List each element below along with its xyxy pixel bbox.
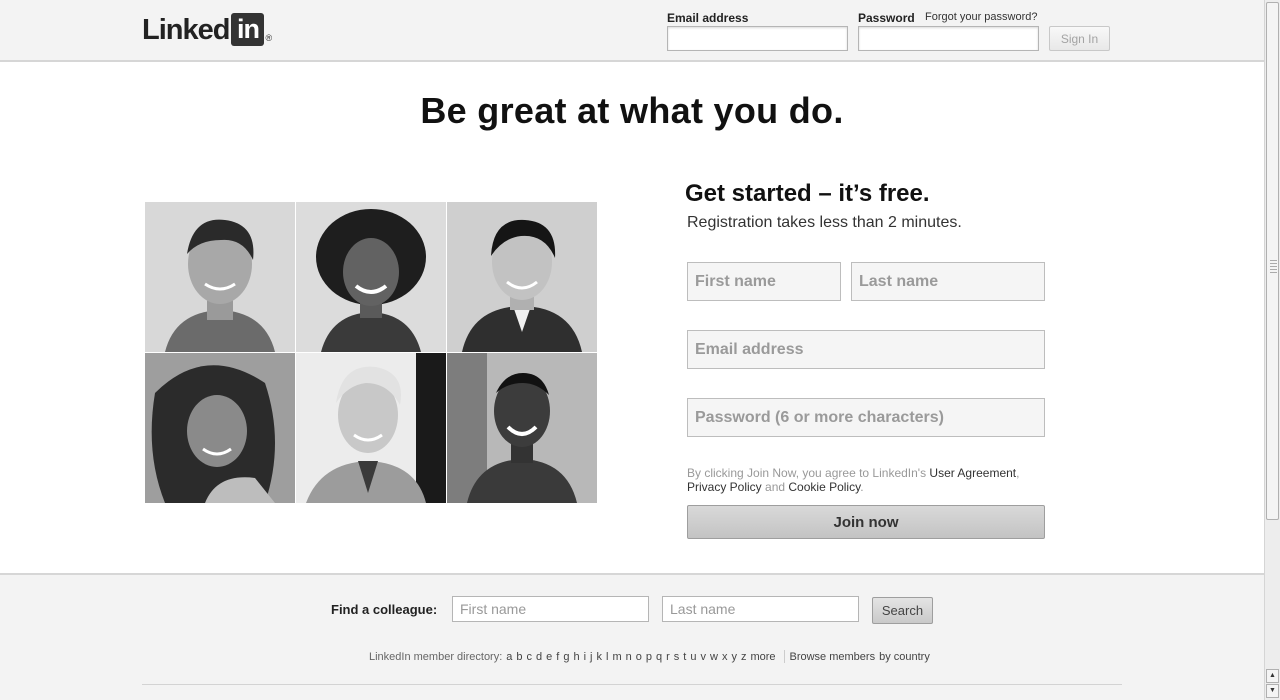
directory-letter-link[interactable]: c <box>527 651 533 663</box>
colleague-search-button[interactable]: Search <box>872 597 933 624</box>
terms-comma: , <box>1016 466 1020 480</box>
directory-letter-link[interactable]: l <box>606 651 608 663</box>
join-now-button[interactable]: Join now <box>687 505 1045 539</box>
directory-letter-link[interactable]: f <box>556 651 559 663</box>
by-country-link[interactable]: by country <box>879 651 930 663</box>
colleague-last-name-input[interactable] <box>662 596 859 622</box>
registration-subtitle: Registration takes less than 2 minutes. <box>687 214 962 231</box>
terms-prefix: By clicking Join Now, you agree to Linke… <box>687 466 930 480</box>
privacy-policy-link[interactable]: Privacy Policy <box>687 480 762 494</box>
directory-letter-link[interactable]: v <box>700 651 706 663</box>
password-input[interactable] <box>687 398 1045 437</box>
member-photo <box>145 202 295 352</box>
terms-and: and <box>761 480 789 494</box>
directory-letter-link[interactable]: o <box>636 651 642 663</box>
signin-password-input[interactable] <box>858 26 1039 51</box>
forgot-password-link[interactable]: Forgot your password? <box>925 11 1038 23</box>
directory-letter-link[interactable]: s <box>674 651 680 663</box>
find-colleague-label: Find a colleague: <box>331 602 438 617</box>
footer: Find a colleague: Search LinkedIn member… <box>0 573 1264 700</box>
sign-in-button[interactable]: Sign In <box>1049 26 1110 51</box>
member-directory: LinkedIn member directory: abcdefghijklm… <box>369 650 934 663</box>
logo-in-box: in <box>231 13 265 46</box>
member-photo <box>296 202 446 352</box>
directory-label: LinkedIn member directory: <box>369 650 503 663</box>
colleague-first-name-input[interactable] <box>452 596 649 622</box>
email-input[interactable] <box>687 330 1045 369</box>
directory-letter-link[interactable]: h <box>573 651 579 663</box>
first-name-input[interactable] <box>687 262 841 301</box>
directory-letter-link[interactable]: j <box>590 651 592 663</box>
directory-letter-link[interactable]: a <box>506 651 512 663</box>
directory-letter-link[interactable]: g <box>563 651 569 663</box>
directory-letter-link[interactable]: w <box>710 651 718 663</box>
terms-period: . <box>860 480 864 494</box>
directory-letter-link[interactable]: y <box>731 651 737 663</box>
top-header: Linked in ® Email address Password Forgo… <box>0 0 1264 62</box>
signin-email-label: Email address <box>667 11 749 25</box>
directory-letter-link[interactable]: b <box>516 651 522 663</box>
member-photo <box>447 202 597 352</box>
directory-letter-link[interactable]: p <box>646 651 652 663</box>
directory-letter-link[interactable]: r <box>666 651 670 663</box>
scrollbar-thumb[interactable] <box>1266 2 1279 520</box>
footer-divider <box>142 684 1122 685</box>
directory-letters: a b c d e f g h i j k l m n o p q r s t u v w x y z more <box>506 651 779 663</box>
page-headline: Be great at what you do. <box>420 90 844 131</box>
directory-divider <box>783 650 785 663</box>
directory-letter-link[interactable]: k <box>597 651 603 663</box>
cookie-policy-link[interactable]: Cookie Policy <box>788 480 860 494</box>
directory-letter-link[interactable]: m <box>612 651 621 663</box>
last-name-input[interactable] <box>851 262 1045 301</box>
directory-letter-link[interactable]: i <box>584 651 586 663</box>
directory-letter-link[interactable]: n <box>626 651 632 663</box>
signin-email-input[interactable] <box>667 26 848 51</box>
member-photo-grid <box>145 202 597 503</box>
linkedin-logo[interactable]: Linked in ® <box>142 13 272 47</box>
registration-title: Get started – it’s free. <box>685 180 930 207</box>
directory-letter-link[interactable]: u <box>690 651 696 663</box>
scroll-grip-icon <box>1270 260 1277 274</box>
scroll-up-arrow-icon[interactable]: ▲ <box>1266 669 1279 683</box>
member-photo <box>296 353 446 503</box>
directory-letter-link[interactable]: t <box>683 651 686 663</box>
terms-notice: By clicking Join Now, you agree to Linke… <box>687 466 1047 494</box>
member-photo <box>145 353 295 503</box>
signin-password-label: Password <box>858 11 915 25</box>
vertical-scrollbar[interactable]: ▲ ▼ <box>1264 0 1280 700</box>
browse-members-link[interactable]: Browse members <box>790 651 876 663</box>
scroll-down-arrow-icon[interactable]: ▼ <box>1266 684 1279 698</box>
directory-letter-link[interactable]: more <box>750 651 775 663</box>
logo-wordmark: Linked <box>142 14 230 46</box>
user-agreement-link[interactable]: User Agreement <box>929 466 1016 480</box>
member-photo <box>447 353 597 503</box>
directory-letter-link[interactable]: d <box>536 651 542 663</box>
registered-mark: ® <box>265 33 273 43</box>
directory-letter-link[interactable]: x <box>722 651 728 663</box>
directory-letter-link[interactable]: q <box>656 651 662 663</box>
directory-letter-link[interactable]: e <box>546 651 552 663</box>
directory-letter-link[interactable]: z <box>741 651 747 663</box>
